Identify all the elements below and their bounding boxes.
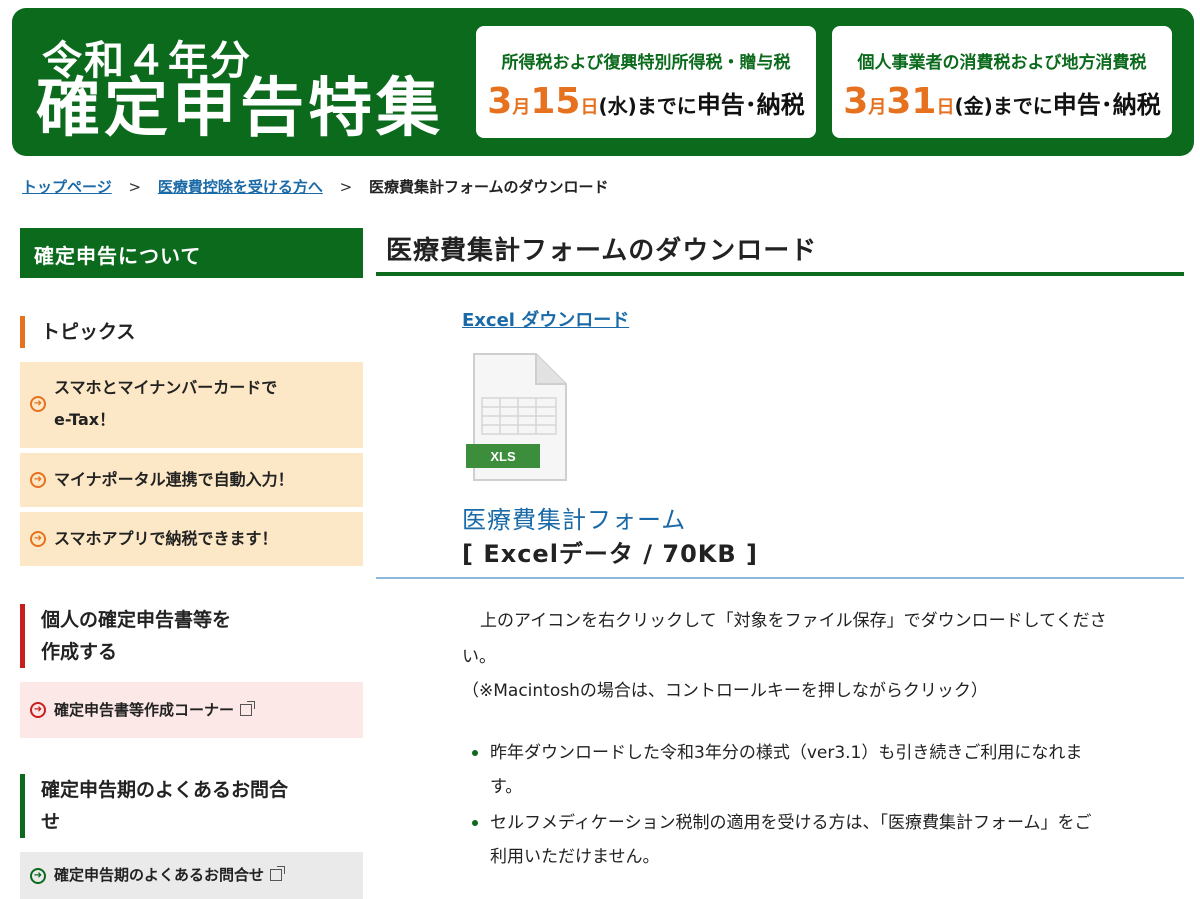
sidebar-item-smartphone-payment[interactable]: ➜ スマホアプリで納税できます！ [20,512,363,566]
deadline-action: 申告･納税 [1052,91,1161,119]
list-item-line: 利用いただけません。 [490,847,660,867]
instruction-text: い。 [462,647,496,667]
deadline-until: までに [992,94,1053,118]
deadline-action: 申告･納税 [696,91,805,119]
deadline-date: 3月31日(金)までに申告･納税 [832,81,1172,122]
list-item-line: す。 [490,777,523,797]
deadline-box-income-tax: 所得税および復興特別所得税・贈与税 3月15日(水)までに申告･納税 [476,26,816,138]
sidebar-item-label: スマホとマイナンバーカードで [54,378,278,397]
arrow-circle-icon: ➜ [30,702,46,718]
deadline-month-unit: 月 [512,97,531,118]
sidebar-section-title-topics: トピックス [20,316,135,348]
section-title-line: 作成する [41,641,118,663]
sidebar-header: 確定申告について [20,228,363,278]
sidebar-link-faq[interactable]: ➜ 確定申告期のよくあるお問合せ [20,852,363,899]
breadcrumb-link-medical-deduction[interactable]: 医療費控除を受ける方へ [158,178,323,196]
deadline-tax-label: 所得税および復興特別所得税・贈与税 [501,53,791,73]
deadline-box-consumption-tax: 個人事業者の消費税および地方消費税 3月31日(金)までに申告･納税 [832,26,1172,138]
arrow-circle-icon: ➜ [30,396,46,412]
excel-download-link[interactable]: Excel ダウンロード [462,306,629,332]
sidebar-item-smartphone-etax[interactable]: ➜ スマホとマイナンバーカードで e-Tax！ [20,362,363,448]
sidebar-item-mynaportal[interactable]: ➜ マイナポータル連携で自動入力！ [20,453,363,507]
sidebar-item-label: マイナポータル連携で自動入力！ [54,470,294,489]
sidebar-section-title-faq: 確定申告期のよくあるお問合 せ [20,774,288,838]
deadline-until: までに [636,94,697,118]
deadline-day: 15 [530,81,581,122]
deadline-weekday: (金) [954,94,993,118]
arrow-circle-icon: ➜ [30,472,46,488]
deadline-day-unit: 日 [580,97,599,118]
section-title-line: 確定申告期のよくあるお問合 [41,779,289,801]
external-link-icon [240,701,256,716]
breadcrumb: トップページ > 医療費控除を受ける方へ > 医療費集計フォームのダウンロード [22,176,609,197]
sidebar-section-title-create: 個人の確定申告書等を 作成する [20,604,231,668]
notice-list: 昨年ダウンロードした令和3年分の様式（ver3.1）も引き続きご利用になれま す… [466,736,1172,876]
arrow-circle-icon: ➜ [30,868,46,884]
breadcrumb-link-top[interactable]: トップページ [22,178,112,196]
instruction-text: 上のアイコンを右クリックして「対象をファイル保存」でダウンロードしてくださ [480,611,1107,631]
deadline-month-unit: 月 [868,97,887,118]
deadline-tax-label: 個人事業者の消費税および地方消費税 [857,53,1147,73]
sidebar-link-create-corner[interactable]: ➜ 確定申告書等作成コーナー [20,682,363,738]
list-item-line: 昨年ダウンロードした令和3年分の様式（ver3.1）も引き続きご利用になれま [490,743,1083,763]
section-title-line: せ [41,811,61,833]
list-item: 昨年ダウンロードした令和3年分の様式（ver3.1）も引き続きご利用になれま す… [466,736,1172,804]
sidebar-link-label: 確定申告書等作成コーナー [54,701,235,719]
arrow-circle-icon: ➜ [30,531,46,547]
banner-title: 確定申告特集 [36,72,444,146]
page-title: 医療費集計フォームのダウンロード [376,230,1184,276]
deadline-month: 3 [843,81,869,122]
breadcrumb-separator: > [128,178,142,196]
breadcrumb-separator: > [339,178,353,196]
sidebar-item-label: e-Tax！ [54,410,116,429]
form-meta: [ Excelデータ / 70KB ] [462,540,759,568]
deadline-day-unit: 日 [936,97,955,118]
divider [376,577,1184,579]
breadcrumb-current: 医療費集計フォームのダウンロード [369,178,609,196]
form-name: 医療費集計フォーム [462,506,687,534]
list-item-line: セルフメディケーション税制の適用を受ける方は、「医療費集計フォーム」をご [490,813,1092,833]
macintosh-note: （※Macintoshの場合は、コントロールキーを押しながらクリック） [462,681,988,701]
deadline-day: 31 [886,81,937,122]
section-title-line: 個人の確定申告書等を [41,609,232,631]
deadline-month: 3 [487,81,513,122]
file-type-label: XLS [490,449,516,464]
deadline-weekday: (水) [598,94,637,118]
sidebar-link-label: 確定申告期のよくあるお問合せ [54,866,265,884]
external-link-icon [270,866,286,881]
list-item: セルフメディケーション税制の適用を受ける方は、「医療費集計フォーム」をご 利用い… [466,806,1172,874]
sidebar-item-label: スマホアプリで納税できます！ [54,529,278,548]
deadline-date: 3月15日(水)までに申告･納税 [476,81,816,122]
campaign-banner: 令和４年分 確定申告特集 所得税および復興特別所得税・贈与税 3月15日(水)ま… [12,8,1194,156]
xls-file-icon[interactable]: XLS [466,352,572,484]
